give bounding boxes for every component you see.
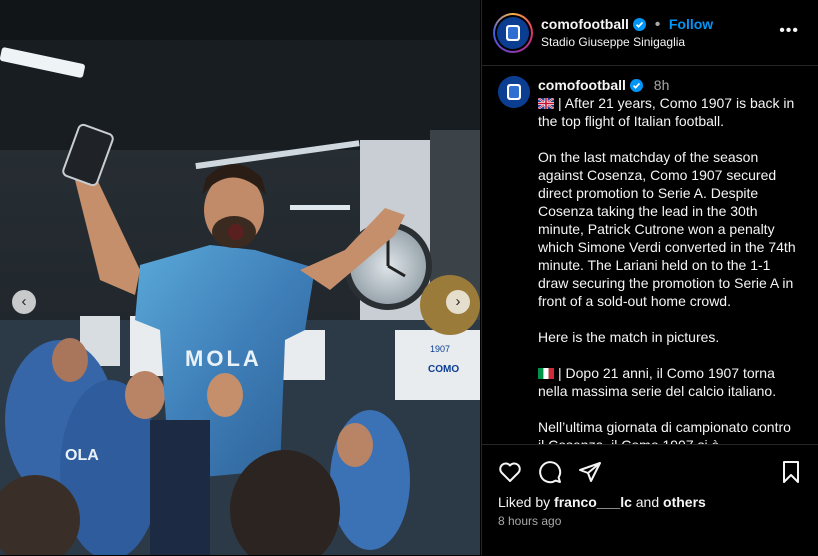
- post-header: comofootball • Follow Stadio Giuseppe Si…: [482, 0, 818, 66]
- more-options-icon[interactable]: •••: [779, 22, 799, 40]
- caption-paragraph: | After 21 years, Como 1907 is back in t…: [538, 95, 795, 129]
- header-username[interactable]: comofootball: [541, 16, 629, 32]
- caption-paragraph: Nell’ultima giornata di campionato contr…: [538, 419, 791, 444]
- action-bar: Liked by franco___lc and others 8 hours …: [482, 444, 818, 556]
- uk-flag-icon: [538, 98, 554, 109]
- caption-paragraph: Here is the match in pictures.: [538, 329, 720, 345]
- club-logo-icon: [497, 17, 529, 49]
- post-timestamp[interactable]: 8 hours ago: [498, 514, 561, 528]
- instagram-post-window: MOLA OLA 1907 COMO ‹ › comofootball • Fo…: [0, 0, 818, 555]
- shirt-sponsor-text-2: OLA: [65, 447, 99, 464]
- locker-crest-year: 1907: [430, 344, 450, 354]
- next-image-button[interactable]: ›: [446, 290, 470, 314]
- caption-paragraph: | Dopo 21 anni, il Como 1907 torna nella…: [538, 365, 777, 399]
- verified-badge-icon: [630, 79, 644, 92]
- locker-crest-name: COMO: [428, 364, 459, 375]
- caption-text: | After 21 years, Como 1907 is back in t…: [538, 94, 800, 444]
- post-side-panel: comofootball • Follow Stadio Giuseppe Si…: [481, 0, 818, 555]
- liked-by-user-link[interactable]: franco___lc: [554, 494, 632, 510]
- share-icon[interactable]: [578, 460, 602, 484]
- caption-paragraph: On the last matchday of the season again…: [538, 149, 796, 309]
- follow-button[interactable]: Follow: [669, 16, 713, 32]
- location-link[interactable]: Stadio Giuseppe Sinigaglia: [541, 35, 685, 49]
- liked-by-others-link[interactable]: others: [663, 494, 706, 510]
- separator-dot: •: [654, 16, 661, 33]
- caption-section: comofootball 8h | After 21 years, Como 1…: [482, 66, 818, 444]
- comment-icon[interactable]: [538, 460, 562, 484]
- post-image: MOLA OLA 1907 COMO: [0, 0, 480, 555]
- caption-avatar[interactable]: [498, 76, 530, 108]
- verified-badge-icon: [633, 18, 647, 31]
- caption-username[interactable]: comofootball: [538, 77, 626, 93]
- previous-image-button[interactable]: ‹: [12, 290, 36, 314]
- post-time: 8h: [653, 77, 670, 93]
- likes-summary: Liked by franco___lc and others: [498, 494, 706, 510]
- bookmark-icon[interactable]: [779, 460, 803, 484]
- post-photo[interactable]: MOLA OLA 1907 COMO ‹ ›: [0, 0, 480, 555]
- italy-flag-icon: [538, 368, 554, 379]
- club-logo-icon: [498, 76, 530, 108]
- chevron-left-icon: ‹: [21, 293, 27, 310]
- heart-icon[interactable]: [498, 460, 522, 484]
- account-avatar[interactable]: [493, 13, 533, 53]
- chevron-right-icon: ›: [455, 293, 461, 310]
- shirt-sponsor-text: MOLA: [185, 346, 262, 371]
